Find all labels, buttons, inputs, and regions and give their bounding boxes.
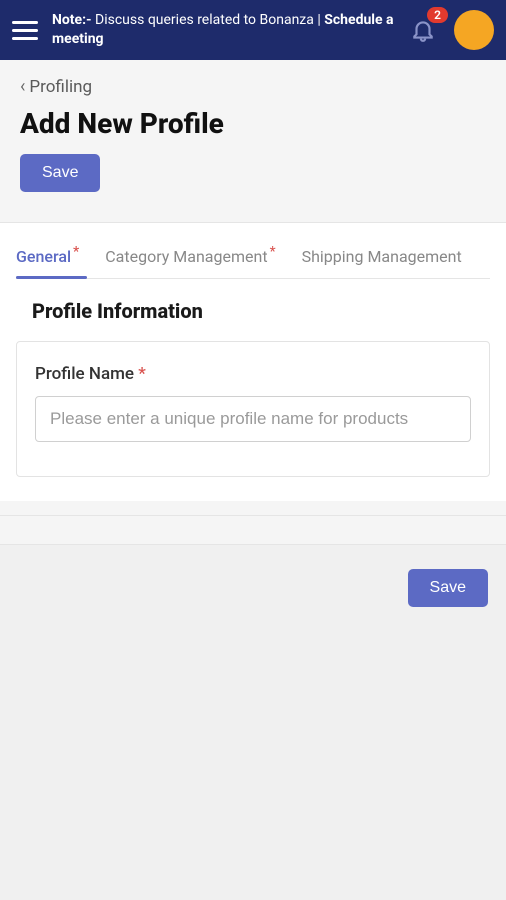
note-text: Discuss queries related to Bonanza | [95,12,321,28]
section-divider [0,515,506,545]
required-indicator: * [73,244,79,260]
breadcrumb-label: Profiling [29,77,92,97]
required-indicator: * [138,364,146,384]
tab-category-management[interactable]: Category Management* [105,241,273,278]
tab-category-label: Category Management [105,247,267,266]
profile-name-label: Profile Name * [35,364,471,384]
chevron-left-icon: ‹ [20,76,25,97]
tab-general-label: General [16,247,71,266]
page-title: Add New Profile [20,107,486,140]
tabs-card: General* Category Management* Shipping M… [0,222,506,501]
footer-actions: Save [0,545,506,631]
tabs: General* Category Management* Shipping M… [16,241,490,279]
header-note: Note:- Discuss queries related to Bonanz… [52,11,406,49]
profile-name-input[interactable] [35,396,471,442]
app-header: Note:- Discuss queries related to Bonanz… [0,0,506,60]
tab-shipping-management[interactable]: Shipping Management [302,241,462,278]
section-title: Profile Information [32,299,490,323]
menu-icon[interactable] [12,17,38,43]
form-card: Profile Name * [16,341,490,477]
save-button-footer[interactable]: Save [408,569,488,607]
required-indicator: * [270,244,276,260]
save-button[interactable]: Save [20,154,100,192]
avatar[interactable] [454,10,494,50]
page-body: ‹ Profiling Add New Profile Save General… [0,60,506,631]
tab-general[interactable]: General* [16,241,77,278]
profile-name-label-text: Profile Name [35,364,134,384]
note-prefix: Note:- [52,12,92,28]
notification-badge: 2 [427,7,448,23]
tab-shipping-label: Shipping Management [302,247,462,266]
notification-bell[interactable]: 2 [406,13,440,47]
breadcrumb[interactable]: ‹ Profiling [20,76,486,97]
